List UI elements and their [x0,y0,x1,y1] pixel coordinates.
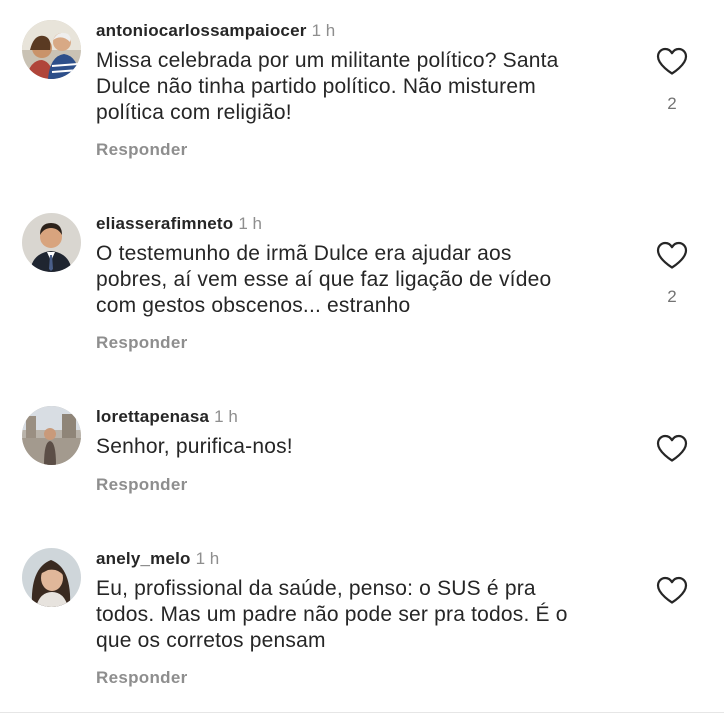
like-button[interactable] [655,575,689,605]
comment-text-line: com gestos obscenos... estranho [96,294,411,317]
comment-header: lorettapenasa 1 h [96,406,238,428]
comment-text-line: que os corretos pensam [96,629,326,652]
reply-button[interactable]: Responder [96,140,188,160]
heart-outline-icon [656,576,688,604]
timestamp: 1 h [195,549,220,568]
comment-text-line: Eu, profissional da saúde, penso: o SUS … [96,577,536,600]
like-button[interactable] [655,46,689,76]
avatar[interactable] [22,213,81,272]
reply-button[interactable]: Responder [96,333,188,353]
heart-outline-icon [656,47,688,75]
avatar[interactable] [22,548,81,607]
reply-button[interactable]: Responder [96,475,188,495]
comment-text-line: todos. Mas um padre não pode ser pra tod… [96,603,568,626]
username[interactable]: anely_melo [96,549,191,568]
like-button[interactable] [655,433,689,463]
like-button[interactable] [655,240,689,270]
timestamp: 1 h [214,407,238,426]
heart-outline-icon [656,434,688,462]
like-count: 2 [667,287,677,306]
comment-text: Senhor, purifica-nos! [96,434,636,460]
username[interactable]: eliasserafimneto [96,214,233,233]
username[interactable]: lorettapenasa [96,407,209,426]
comment-header: eliasserafimneto 1 h [96,213,262,235]
comment-text-line: política com religião! [96,101,292,124]
timestamp: 1 h [311,21,336,40]
avatar[interactable] [22,20,81,79]
comment-header: anely_melo 1 h [96,548,219,570]
like-count: 2 [667,94,677,113]
heart-outline-icon [656,241,688,269]
comment-text: O testemunho de irmã Dulce era ajudar ao… [96,241,636,319]
comment-header: antoniocarlossampaiocer 1 h [96,20,335,42]
comment-text: Missa celebrada por um militante polític… [96,48,636,126]
comment-text-line: pobres, aí vem esse aí que faz ligação d… [96,268,552,291]
comment-text: Eu, profissional da saúde, penso: o SUS … [96,576,636,654]
comment-text-line: Dulce não tinha partido político. Não mi… [96,75,536,98]
comment-text-line: O testemunho de irmã Dulce era ajudar ao… [96,242,512,265]
timestamp: 1 h [238,214,263,233]
username[interactable]: antoniocarlossampaiocer [96,21,307,40]
avatar[interactable] [22,406,81,465]
comment-text-line: Senhor, purifica-nos! [96,435,293,458]
comment-text-line: Missa celebrada por um militante polític… [96,49,559,72]
reply-button[interactable]: Responder [96,668,188,688]
divider [0,712,724,713]
